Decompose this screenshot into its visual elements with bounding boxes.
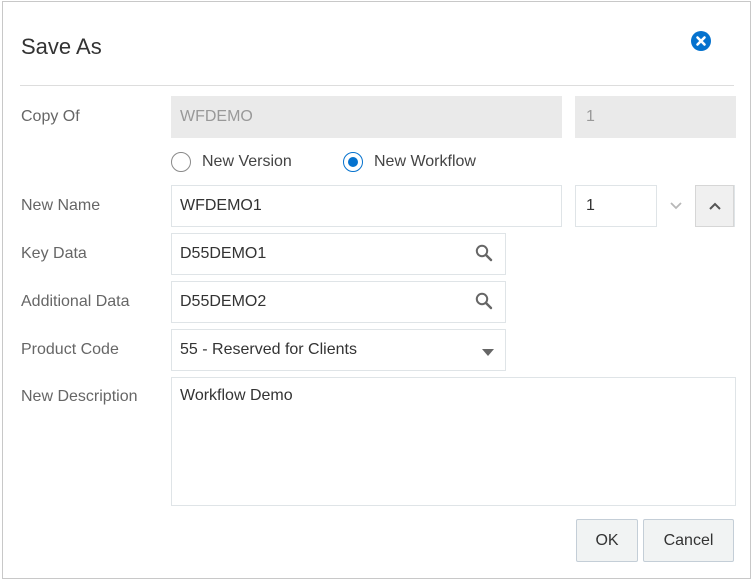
search-icon[interactable] [475, 292, 493, 310]
dropdown-arrow-icon[interactable] [482, 349, 494, 356]
product-code-value: 55 - Reserved for Clients [180, 341, 357, 358]
cancel-button[interactable]: Cancel [643, 519, 734, 562]
product-code-select[interactable]: 55 - Reserved for Clients [171, 329, 506, 371]
close-icon [696, 36, 706, 46]
new-name-input[interactable]: WFDEMO1 [171, 185, 562, 227]
copy-of-label: Copy Of [21, 108, 80, 125]
close-button[interactable] [691, 31, 711, 51]
radio-new-workflow-group[interactable]: New Workflow [343, 152, 476, 172]
key-data-value: D55DEMO1 [180, 245, 267, 262]
key-data-label: Key Data [21, 245, 87, 262]
chevron-down-icon [670, 202, 682, 210]
new-description-label: New Description [21, 388, 138, 405]
ok-button[interactable]: OK [576, 519, 638, 562]
copy-of-version-value: 1 [586, 108, 595, 125]
radio-new-version-group[interactable]: New Version [171, 152, 292, 172]
additional-data-label: Additional Data [21, 293, 130, 310]
stepper-decrement-button[interactable] [656, 185, 695, 227]
additional-data-value: D55DEMO2 [180, 293, 267, 310]
copy-of-value: WFDEMO [180, 108, 253, 125]
chevron-up-icon [708, 202, 721, 210]
copy-of-field: WFDEMO [171, 96, 562, 138]
product-code-label: Product Code [21, 341, 119, 358]
copy-of-version-field: 1 [575, 96, 736, 138]
dialog-title: Save As [21, 34, 102, 59]
radio-new-workflow-label[interactable]: New Workflow [374, 153, 476, 171]
new-name-value: WFDEMO1 [180, 197, 262, 214]
new-name-version-stepper[interactable]: 1 [575, 185, 735, 227]
save-as-dialog: Save As Copy Of WFDEMO 1 New Version New… [2, 1, 751, 579]
radio-new-version-label[interactable]: New Version [202, 153, 292, 171]
new-description-textarea[interactable]: Workflow Demo [171, 377, 736, 506]
new-name-version-value: 1 [586, 197, 595, 214]
search-icon[interactable] [475, 244, 493, 262]
key-data-input[interactable]: D55DEMO1 [171, 233, 506, 275]
radio-new-version[interactable] [171, 152, 191, 172]
title-divider [20, 85, 734, 86]
radio-new-workflow[interactable] [343, 152, 363, 172]
stepper-increment-button[interactable] [695, 185, 734, 227]
new-name-label: New Name [21, 197, 101, 214]
additional-data-input[interactable]: D55DEMO2 [171, 281, 506, 323]
